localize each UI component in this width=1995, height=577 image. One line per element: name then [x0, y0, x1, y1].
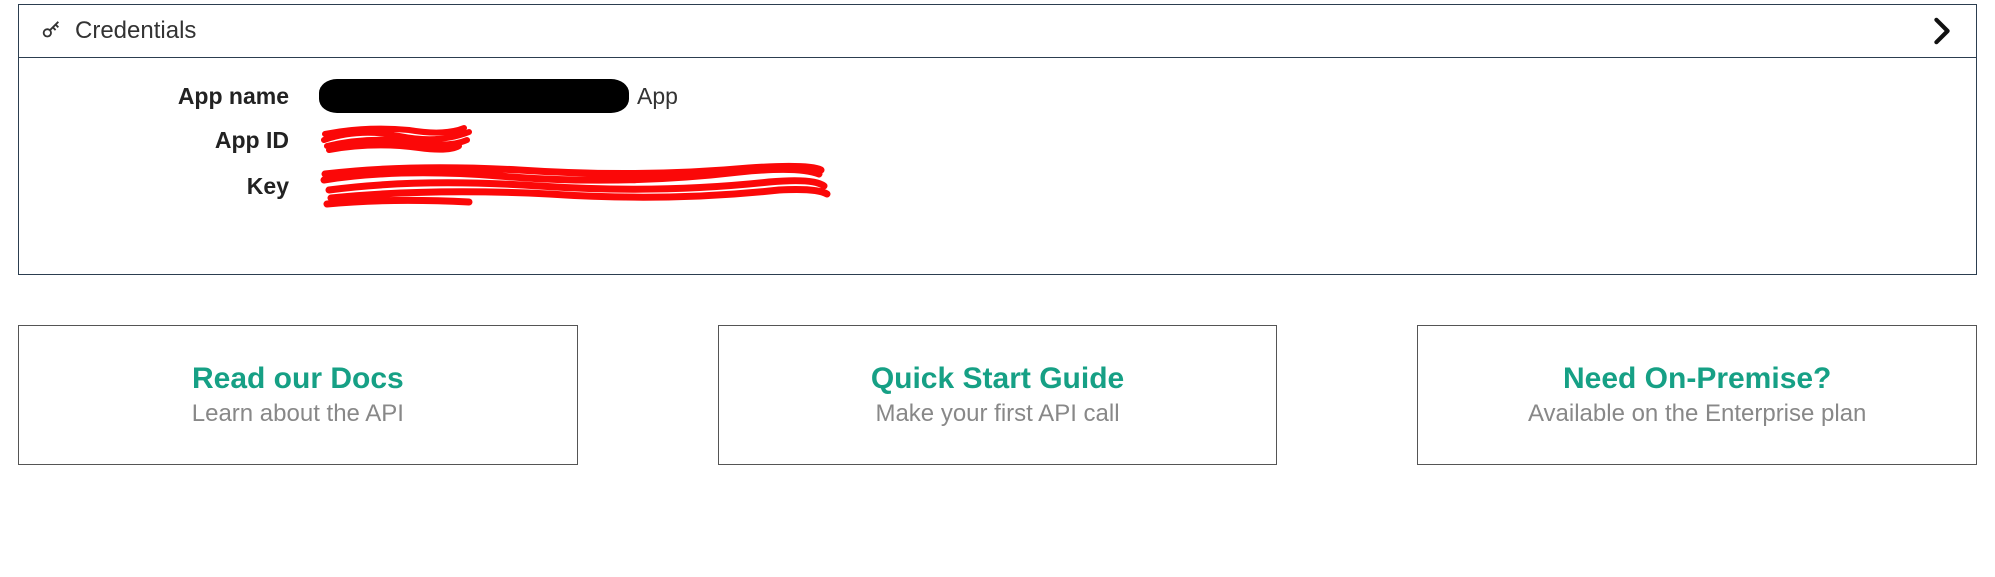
card-title: Quick Start Guide — [871, 362, 1124, 396]
app-name-suffix: App — [637, 83, 678, 110]
key-value — [319, 166, 829, 206]
chevron-right-icon — [1928, 17, 1956, 45]
redacted-app-name — [319, 79, 629, 113]
credentials-body: App name App App ID Key — [19, 58, 1976, 274]
credentials-panel: Credentials App name App App ID — [18, 4, 1977, 275]
app-id-row: App ID — [59, 122, 1936, 158]
on-premise-card[interactable]: Need On-Premise? Available on the Enterp… — [1417, 325, 1977, 465]
card-title: Read our Docs — [192, 362, 404, 396]
key-icon — [39, 19, 63, 43]
credentials-title: Credentials — [75, 17, 196, 45]
app-name-label: App name — [59, 83, 319, 110]
redacted-key — [319, 166, 829, 206]
card-subtitle: Available on the Enterprise plan — [1528, 400, 1866, 428]
credentials-header-left: Credentials — [39, 17, 196, 45]
key-label: Key — [59, 173, 319, 200]
card-subtitle: Make your first API call — [875, 400, 1119, 428]
app-name-row: App name App — [59, 78, 1936, 114]
redacted-app-id — [319, 126, 469, 154]
read-docs-card[interactable]: Read our Docs Learn about the API — [18, 325, 578, 465]
app-id-label: App ID — [59, 127, 319, 154]
card-subtitle: Learn about the API — [192, 400, 404, 428]
key-row: Key — [59, 166, 1936, 206]
credentials-header[interactable]: Credentials — [19, 5, 1976, 58]
cards-row: Read our Docs Learn about the API Quick … — [0, 275, 1995, 465]
app-id-value — [319, 126, 469, 154]
quick-start-card[interactable]: Quick Start Guide Make your first API ca… — [718, 325, 1278, 465]
card-title: Need On-Premise? — [1563, 362, 1831, 396]
app-name-value: App — [319, 79, 678, 113]
